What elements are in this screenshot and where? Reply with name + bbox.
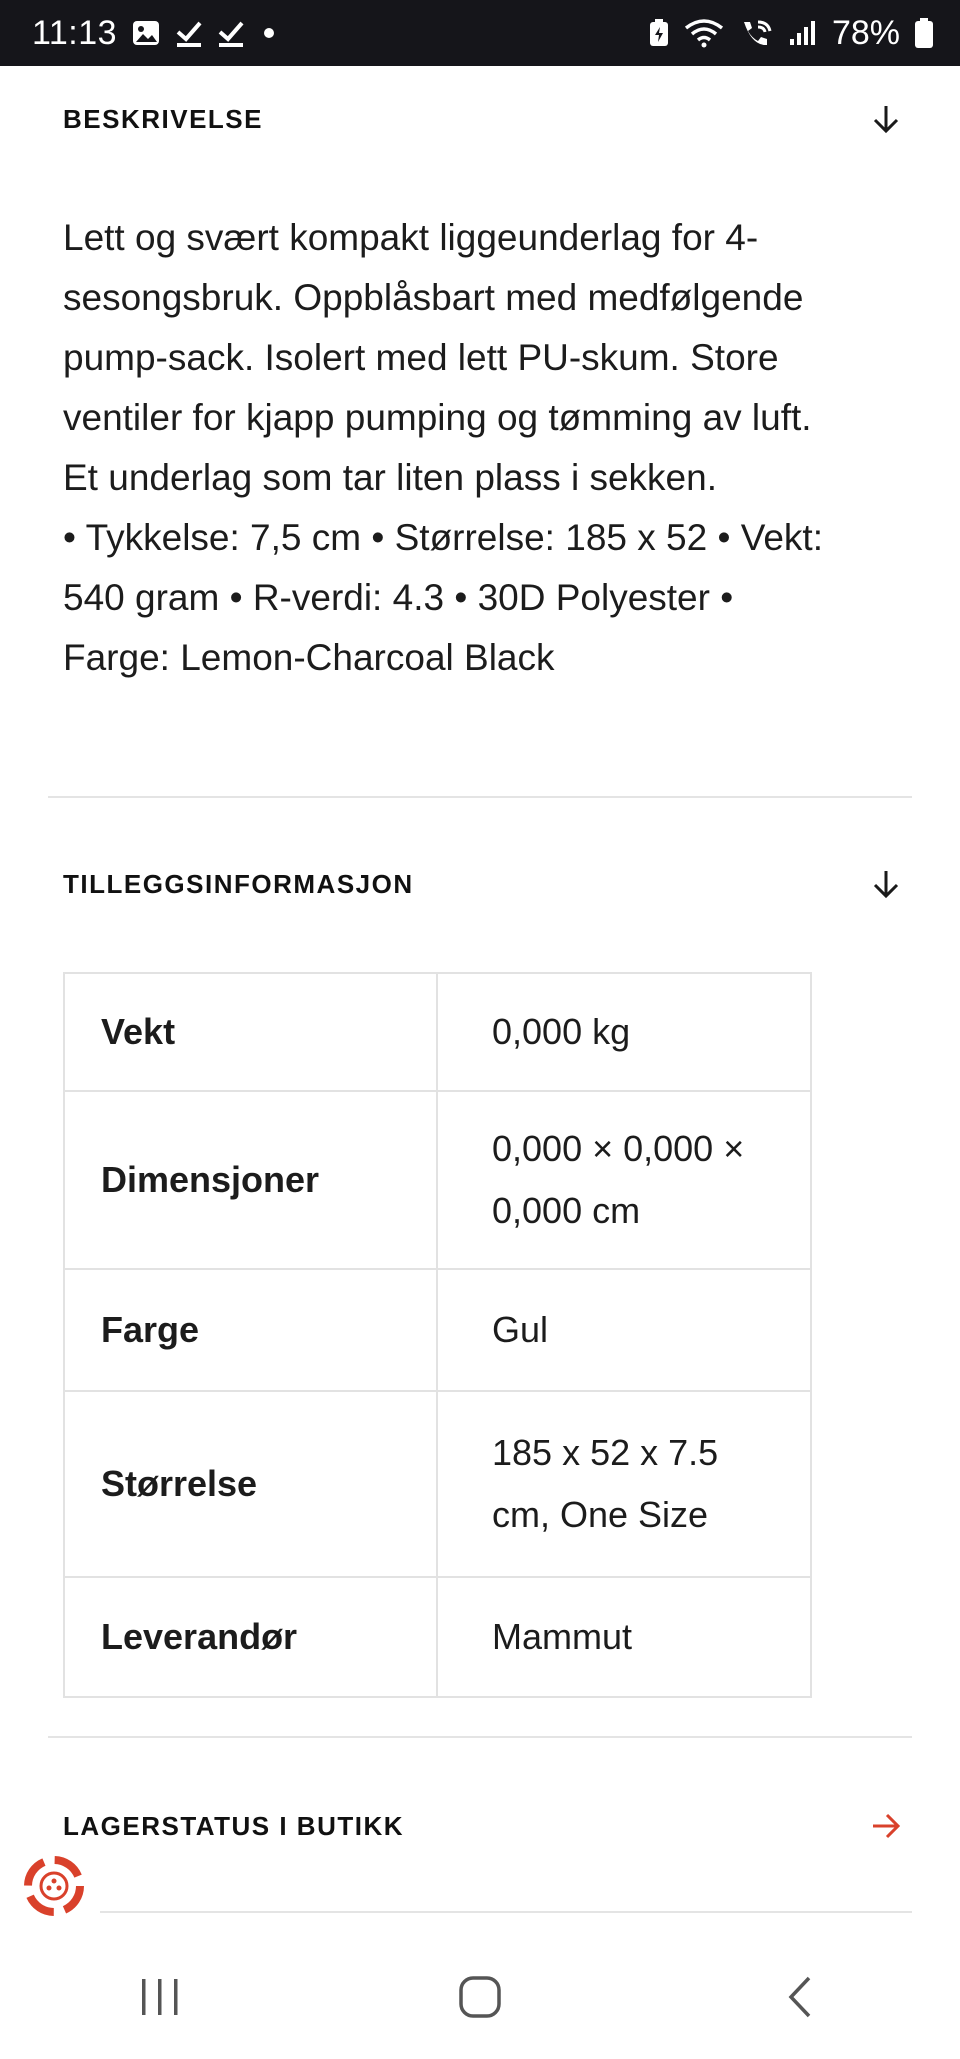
arrow-down-icon[interactable]: [869, 102, 903, 136]
gallery-icon: [131, 19, 161, 47]
divider: [48, 1736, 912, 1738]
status-bar-right: 78%: [648, 14, 934, 53]
battery-icon: [914, 17, 934, 49]
description-body: Lett og svært kompakt liggeunderlag for …: [63, 208, 843, 688]
row-label: Farge: [63, 1268, 438, 1392]
status-bar: 11:13 78%: [0, 0, 960, 66]
row-value: 0,000 kg: [436, 972, 812, 1092]
description-paragraph: Lett og svært kompakt liggeunderlag for …: [63, 217, 812, 498]
status-bar-left: 11:13: [32, 14, 279, 53]
table-row: Leverandør Mammut: [63, 1576, 812, 1698]
table-row: Farge Gul: [63, 1268, 812, 1392]
arrow-right-icon[interactable]: [869, 1809, 903, 1843]
additional-info-title: TILLEGGSINFORMASJON: [63, 868, 414, 899]
row-label: Dimensjoner: [63, 1090, 438, 1270]
row-value: Mammut: [436, 1576, 812, 1698]
signal-icon: [788, 19, 818, 47]
wifi-icon: [684, 18, 724, 48]
home-button[interactable]: [420, 1960, 540, 2040]
battery-saver-icon: [648, 18, 670, 48]
table-row: Dimensjoner 0,000 × 0,000 × 0,000 cm: [63, 1090, 812, 1270]
description-specs: • Tykkelse: 7,5 cm • Størrelse: 185 x 52…: [63, 517, 823, 678]
recent-apps-button[interactable]: [100, 1960, 220, 2040]
additional-info-header[interactable]: TILLEGGSINFORMASJON: [63, 854, 903, 914]
check-icon: [175, 18, 203, 48]
home-icon: [458, 1975, 502, 2024]
battery-percent: 78%: [831, 13, 900, 52]
floating-widget-icon[interactable]: [18, 1850, 90, 1922]
row-label: Vekt: [63, 972, 438, 1092]
back-button[interactable]: [740, 1960, 860, 2040]
status-time: 11:13: [32, 13, 118, 52]
row-label: Leverandør: [63, 1576, 438, 1698]
row-value: Gul: [436, 1268, 812, 1392]
row-label: Størrelse: [63, 1390, 438, 1578]
divider: [100, 1911, 912, 1913]
table-row: Vekt 0,000 kg: [63, 972, 812, 1092]
description-header[interactable]: BESKRIVELSE: [63, 89, 903, 149]
row-value: 185 x 52 x 7.5 cm, One Size: [436, 1390, 812, 1578]
additional-info-table: Vekt 0,000 kg Dimensjoner 0,000 × 0,000 …: [63, 972, 812, 1698]
table-row: Størrelse 185 x 52 x 7.5 cm, One Size: [63, 1390, 812, 1578]
stock-status-title: LAGERSTATUS I BUTIKK: [63, 1810, 405, 1841]
stock-status-row[interactable]: LAGERSTATUS I BUTIKK: [63, 1796, 903, 1856]
navigation-bar: [0, 1940, 960, 2059]
recent-apps-icon: [138, 1977, 182, 2022]
row-value: 0,000 × 0,000 × 0,000 cm: [436, 1090, 812, 1270]
divider: [48, 796, 912, 798]
arrow-down-icon[interactable]: [869, 867, 903, 901]
check-icon: [217, 18, 245, 48]
wifi-call-icon: [738, 18, 774, 48]
back-icon: [785, 1975, 815, 2024]
dot-icon: [259, 23, 279, 43]
description-title: BESKRIVELSE: [63, 103, 263, 134]
